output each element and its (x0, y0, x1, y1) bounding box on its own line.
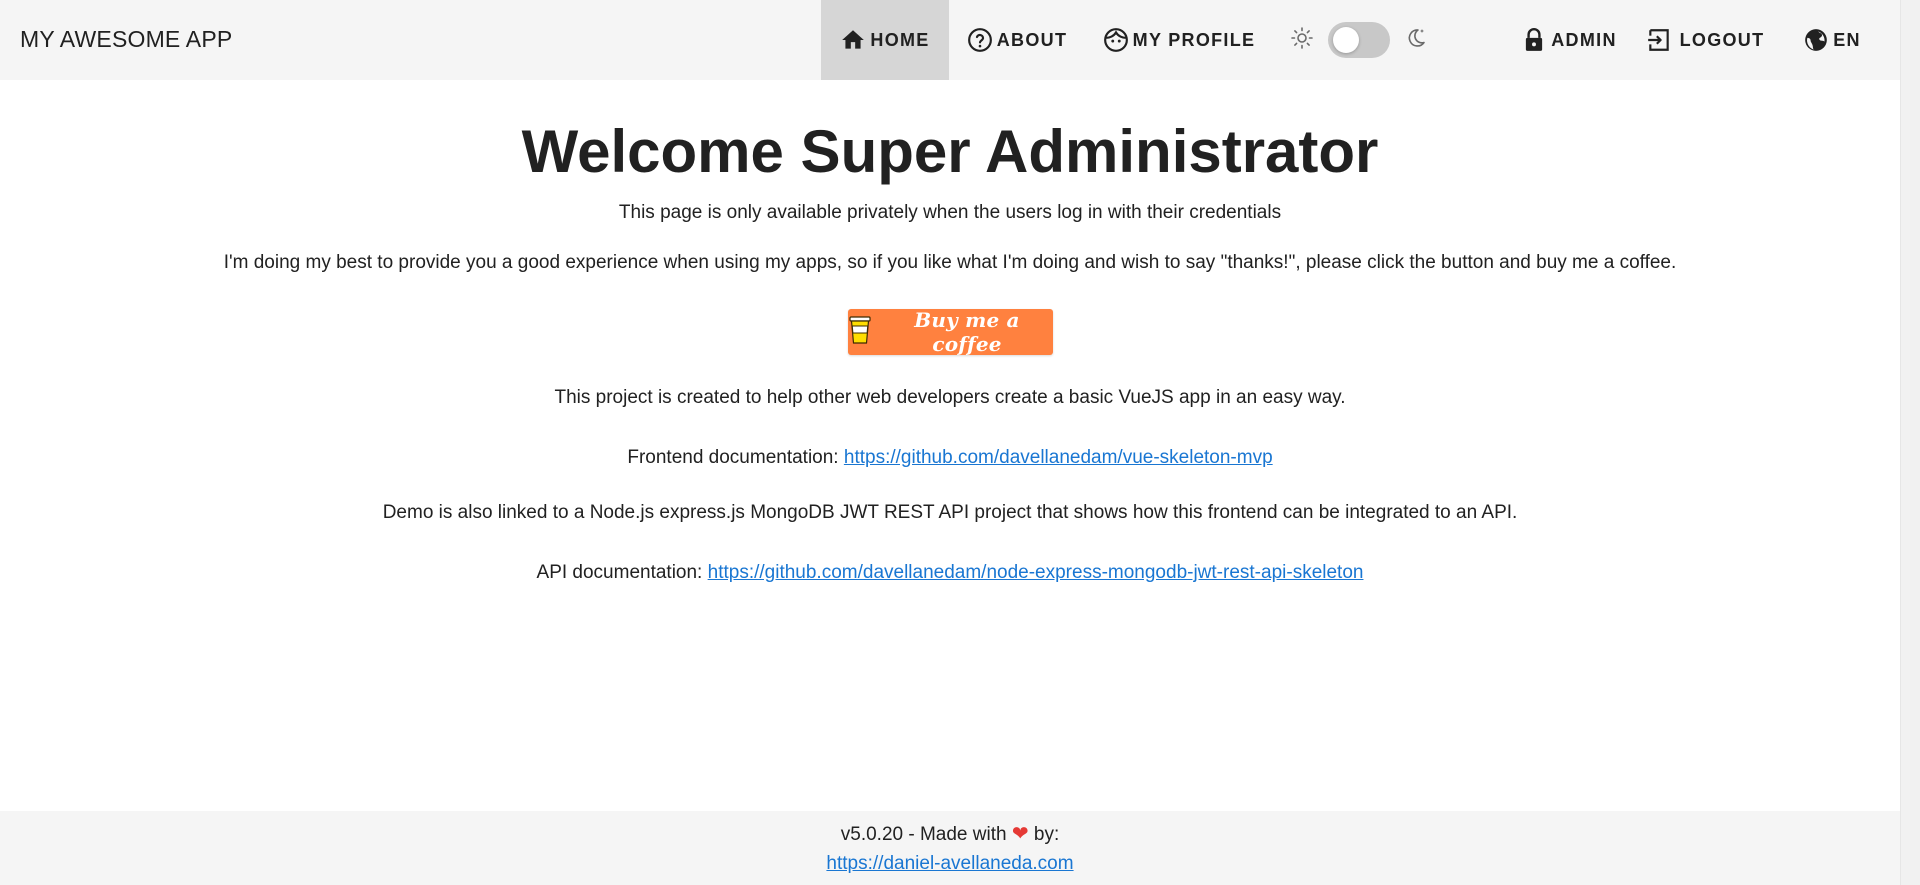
app-title[interactable]: MY AWESOME APP (20, 0, 232, 80)
project-description: This project is created to help other we… (554, 387, 1346, 408)
nav-admin-label: ADMIN (1551, 29, 1617, 50)
coffee-button-label: Buy me a coffee (914, 308, 1020, 356)
vertical-scrollbar[interactable] (1900, 0, 1920, 885)
lock-icon (1521, 27, 1547, 53)
footer-author-line: https://daniel-avellaneda.com (0, 851, 1900, 877)
language-label: EN (1833, 29, 1861, 50)
switch-knob (1333, 27, 1359, 53)
nav-profile-label: MY PROFILE (1132, 29, 1256, 50)
coffee-button-wrapper: Buy me a coffee (0, 308, 1900, 356)
globe-icon (1803, 27, 1829, 53)
top-app-bar: MY AWESOME APP HOME ABOUT MY PROFILE ADM… (0, 0, 1900, 80)
page-title: Welcome Super Administrator (521, 118, 1379, 185)
logout-icon (1646, 27, 1672, 53)
footer-version-text: v5.0.20 - Made with (840, 824, 1012, 845)
footer-by-text: by: (1028, 824, 1060, 845)
demo-description: Demo is also linked to a Node.js express… (382, 502, 1518, 523)
dark-mode-switch[interactable] (1328, 22, 1390, 58)
api-docs-label: API documentation: (536, 562, 708, 583)
language-selector[interactable]: EN (1794, 0, 1870, 80)
nav-home-label: HOME (870, 29, 930, 50)
nav-admin-button[interactable]: ADMIN (1515, 0, 1623, 80)
page: MY AWESOME APP HOME ABOUT MY PROFILE ADM… (0, 0, 1920, 885)
nav-profile-button[interactable]: MY PROFILE (1100, 0, 1258, 80)
nav-logout-button[interactable]: LOGOUT (1645, 0, 1765, 80)
help-circle-icon (967, 27, 993, 53)
nav-logout-label: LOGOUT (1679, 29, 1765, 50)
heart-icon: ❤ (1011, 823, 1029, 845)
api-docs-line: API documentation: https://github.com/da… (0, 560, 1900, 586)
author-website-link[interactable]: https://daniel-avellaneda.com (826, 853, 1073, 874)
nav-home-button[interactable]: HOME (821, 0, 949, 80)
nav-about-label: ABOUT (996, 29, 1068, 50)
frontend-docs-label: Frontend documentation: (627, 447, 844, 468)
api-docs-link[interactable]: https://github.com/davellanedam/node-exp… (708, 562, 1364, 583)
private-notice: This page is only available privately wh… (618, 202, 1282, 223)
footer: v5.0.20 - Made with ❤ by: https://daniel… (0, 811, 1900, 885)
frontend-docs-line: Frontend documentation: https://github.c… (0, 445, 1900, 471)
nav-about-button[interactable]: ABOUT (963, 0, 1071, 80)
moon-stars-icon (1404, 26, 1428, 55)
home-icon (840, 27, 866, 53)
app-viewport: MY AWESOME APP HOME ABOUT MY PROFILE ADM… (0, 0, 1900, 885)
theme-toggle (1290, 0, 1440, 80)
coffee-cup-icon (848, 315, 872, 350)
sun-icon (1290, 26, 1314, 55)
coffee-message: I'm doing my best to provide you a good … (223, 252, 1677, 273)
frontend-docs-link[interactable]: https://github.com/davellanedam/vue-skel… (844, 447, 1273, 468)
buy-me-a-coffee-button[interactable]: Buy me a coffee (847, 308, 1053, 356)
face-icon (1103, 27, 1129, 53)
footer-version-line: v5.0.20 - Made with ❤ by: (0, 821, 1900, 848)
